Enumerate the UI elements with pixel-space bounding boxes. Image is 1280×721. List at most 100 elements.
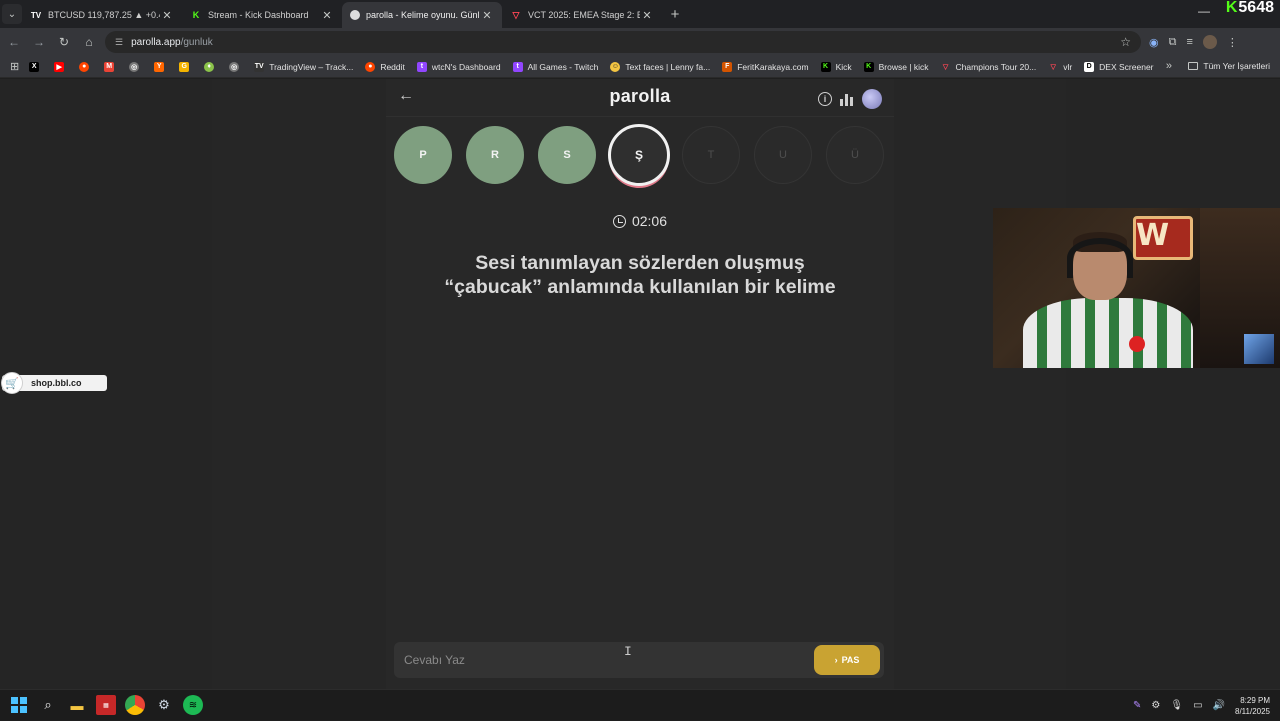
- bookmark-dex-screener[interactable]: D DEX Screener: [1084, 61, 1154, 72]
- pass-label: PAS: [841, 655, 860, 665]
- bookmark-all-games-twitch[interactable]: t All Games - Twitch: [512, 61, 598, 72]
- letter-wheel: P R S Ş T U Ü: [394, 124, 886, 186]
- bookmarks-bar: ⊞ X ▶ ● M ◎ Y G ♦ ◎ TV TradingView – Trac…: [0, 56, 1280, 78]
- bookmark-reddit[interactable]: ● Reddit: [365, 61, 405, 72]
- bookmark-kick[interactable]: K Kick: [820, 61, 852, 72]
- bookmark-ycombinator[interactable]: Y: [154, 61, 169, 72]
- user-avatar[interactable]: [862, 89, 882, 109]
- apps-grid-icon[interactable]: ⊞: [10, 60, 19, 73]
- bookmark-tradingview[interactable]: TV TradingView – Track...: [254, 61, 354, 72]
- bookmark-globe-2[interactable]: ◎: [229, 61, 244, 72]
- display-icon[interactable]: ▭: [1193, 700, 1202, 711]
- pen-icon[interactable]: ✎: [1133, 700, 1141, 711]
- browser-tab-active[interactable]: parolla - Kelime oyunu. Günlük ✕: [342, 2, 502, 28]
- bookmark-champions-tour[interactable]: ▽ Champions Tour 20...: [941, 62, 1036, 72]
- media-controls-icon[interactable]: ≡: [1186, 36, 1192, 48]
- file-explorer-icon[interactable]: ▬: [67, 695, 87, 715]
- reload-icon[interactable]: ↻: [52, 30, 76, 54]
- info-icon[interactable]: i: [818, 92, 832, 106]
- browser-tab[interactable]: TV BTCUSD 119,787.25 ▲ +0.4% U ✕: [22, 2, 182, 28]
- shop-overlay-badge[interactable]: 🛒 shop.bbl.co: [1, 372, 107, 394]
- browser-tab[interactable]: K Stream - Kick Dashboard ✕: [182, 2, 342, 28]
- steam-icon[interactable]: ⚙: [154, 695, 174, 715]
- webcam-person-shirt: [1023, 298, 1193, 368]
- browser-toolbar: ← → ↻ ⌂ ☰ parolla.app /gunluk ☆ ◉ ⧉ ≡ ⋮: [0, 28, 1280, 56]
- taskbar-clock[interactable]: 8:29 PM 8/11/2025: [1235, 695, 1270, 717]
- webcam-overlay: W: [993, 208, 1280, 368]
- new-tab-button[interactable]: +: [666, 6, 684, 23]
- bookmark-label: DEX Screener: [1099, 61, 1154, 72]
- bookmark-x[interactable]: X: [29, 61, 44, 72]
- windows-start-icon[interactable]: [9, 695, 29, 715]
- fk-icon: F: [722, 61, 733, 72]
- forward-icon[interactable]: →: [27, 30, 51, 54]
- chrome-icon[interactable]: [125, 695, 145, 715]
- all-bookmarks-folder[interactable]: Tüm Yer İşaretleri: [1188, 61, 1270, 71]
- microphone-icon[interactable]: 🎙: [1170, 700, 1183, 711]
- bookmark-globe[interactable]: ◎: [129, 61, 144, 72]
- bookmark-text-faces[interactable]: ☺ Text faces | Lenny fa...: [610, 61, 710, 72]
- bookmark-label: vlr: [1063, 61, 1073, 72]
- bookmark-label: Kick: [835, 61, 852, 72]
- close-tab-icon[interactable]: ✕: [640, 9, 654, 22]
- tab-search-button[interactable]: ⌄: [2, 4, 22, 24]
- steam-tray-icon[interactable]: ⚙: [1151, 700, 1160, 711]
- windows-taskbar: ⌕ ▬ ▦ ⚙ ≋ ✎ ⚙ 🎙 ▭ 🔊 8:29 PM 8/11/2025: [0, 689, 1280, 720]
- bookmark-label: TradingView – Track...: [269, 61, 354, 72]
- search-icon[interactable]: ⌕: [38, 695, 58, 715]
- bookmark-wtcn-dashboard[interactable]: t wtcN's Dashboard: [416, 61, 501, 72]
- stats-icon[interactable]: [840, 92, 854, 106]
- pass-button[interactable]: › PAS: [814, 645, 880, 675]
- browser-tab[interactable]: ▽ VCT 2025: EMEA Stage 2: Brack ✕: [502, 2, 662, 28]
- bookmark-feritkarakaya[interactable]: F FeritKarakaya.com: [722, 61, 809, 72]
- clock-icon: [612, 214, 626, 228]
- bookmark-vlr[interactable]: ▽ vlr: [1048, 62, 1072, 72]
- bookmark-youtube[interactable]: ▶: [54, 61, 69, 72]
- webcam-decor-cube: [1244, 334, 1274, 364]
- site-info-icon[interactable]: ☰: [115, 37, 123, 48]
- bookmark-gmail[interactable]: M: [104, 61, 119, 72]
- bookmark-reddit-icon-only[interactable]: ●: [79, 61, 94, 72]
- kick-icon: K: [863, 61, 874, 72]
- close-tab-icon[interactable]: ✕: [480, 9, 494, 22]
- twitch-icon: t: [416, 61, 427, 72]
- text-cursor-icon: I: [624, 644, 632, 659]
- cast-icon[interactable]: ◉: [1149, 36, 1159, 49]
- answer-input[interactable]: [394, 642, 804, 678]
- reddit-icon: ●: [365, 61, 376, 72]
- address-bar[interactable]: ☰ parolla.app /gunluk ☆: [105, 31, 1141, 53]
- close-tab-icon[interactable]: ✕: [160, 9, 174, 22]
- globe-icon: ◎: [129, 61, 140, 72]
- tab-title: Stream - Kick Dashboard: [208, 10, 309, 20]
- volume-icon[interactable]: 🔊: [1213, 700, 1225, 711]
- bookmark-star-icon[interactable]: ☆: [1120, 35, 1131, 49]
- clock-time: 8:29 PM: [1240, 695, 1270, 705]
- browser-menu-icon[interactable]: ⋮: [1227, 36, 1238, 49]
- tab-title: BTCUSD 119,787.25 ▲ +0.4% U: [48, 10, 160, 20]
- extensions-icon[interactable]: ⧉: [1169, 36, 1177, 49]
- shopping-cart-icon: 🛒: [1, 372, 23, 394]
- bookmark-g[interactable]: G: [179, 61, 194, 72]
- app-icon[interactable]: ▦: [96, 695, 116, 715]
- globe-icon: ◎: [229, 61, 240, 72]
- back-icon[interactable]: ←: [2, 30, 26, 54]
- ycombinator-icon: Y: [154, 61, 165, 72]
- parolla-game-panel: ← parolla i P R S Ş T U Ü 02:06 Sesi tan…: [386, 79, 894, 689]
- profile-avatar[interactable]: [1202, 35, 1217, 49]
- url-path: /gunluk: [180, 36, 213, 48]
- close-tab-icon[interactable]: ✕: [320, 9, 334, 22]
- dex-icon: D: [1084, 61, 1095, 72]
- youtube-icon: ▶: [54, 61, 65, 72]
- page-viewport: ← parolla i P R S Ş T U Ü 02:06 Sesi tan…: [0, 79, 1280, 689]
- valorant-icon: ▽: [512, 9, 520, 20]
- minimize-window-icon[interactable]: —: [1198, 4, 1210, 18]
- header-actions: i: [818, 89, 882, 109]
- answer-bar: › PAS: [394, 642, 884, 678]
- system-tray: ✎ ⚙ 🎙 ▭ 🔊 8:29 PM 8/11/2025: [1133, 690, 1270, 721]
- spotify-icon[interactable]: ≋: [183, 695, 203, 715]
- tab-title: VCT 2025: EMEA Stage 2: Brack: [528, 10, 640, 20]
- more-bookmarks-icon[interactable]: »: [1166, 60, 1172, 72]
- bookmark-bird[interactable]: ♦: [204, 61, 219, 72]
- bookmark-browse-kick[interactable]: K Browse | kick: [863, 61, 929, 72]
- home-icon[interactable]: ⌂: [77, 30, 101, 54]
